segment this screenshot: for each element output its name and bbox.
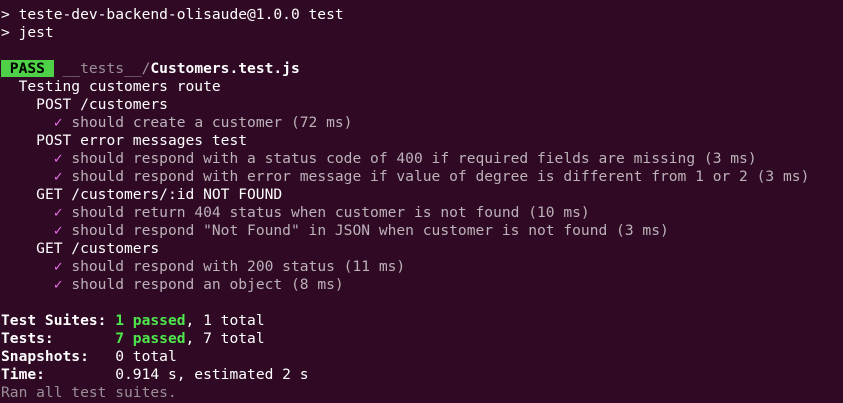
test-result-line: ✓ should respond with a status code of 4… bbox=[53, 150, 757, 167]
check-icon: ✓ bbox=[53, 150, 63, 167]
summary-tests: Tests: 7 passed, 7 total bbox=[1, 330, 265, 347]
summary-footer: Ran all test suites. bbox=[1, 384, 177, 401]
describe-group-title: GET /customers bbox=[36, 240, 160, 257]
test-result-line: ✓ should respond "Not Found" in JSON whe… bbox=[53, 222, 669, 239]
test-result-line: ✓ should respond with error message if v… bbox=[53, 168, 810, 185]
command-line: > jest bbox=[1, 24, 54, 41]
test-result-line: ✓ should return 404 status when customer… bbox=[53, 204, 590, 221]
test-result-line: ✓ should respond with 200 status (11 ms) bbox=[53, 258, 406, 275]
describe-group-title: GET /customers/:id NOT FOUND bbox=[36, 186, 283, 203]
file-result-line: PASS __tests__/Customers.test.js bbox=[1, 60, 300, 78]
describe-group-title: POST /customers bbox=[36, 96, 168, 113]
check-icon: ✓ bbox=[53, 168, 63, 185]
test-result-line: ✓ should create a customer (72 ms) bbox=[53, 114, 353, 131]
describe-group-title: POST error messages test bbox=[36, 132, 248, 149]
command-line: > teste-dev-backend-olisaude@1.0.0 test bbox=[1, 6, 344, 23]
test-file-dir: __tests__/ bbox=[62, 60, 151, 77]
summary-suites: Test Suites: 1 passed, 1 total bbox=[1, 312, 265, 329]
check-icon: ✓ bbox=[53, 114, 63, 131]
check-icon: ✓ bbox=[53, 204, 63, 221]
summary-label: Time: bbox=[1, 366, 45, 383]
summary-label: Test Suites: bbox=[1, 312, 107, 329]
suite-title: Testing customers route bbox=[18, 78, 221, 95]
passed-count: 1 passed bbox=[115, 312, 186, 329]
check-icon: ✓ bbox=[53, 258, 63, 275]
summary-time: Time: 0.914 s, estimated 2 s bbox=[1, 366, 309, 383]
summary-label: Snapshots: bbox=[1, 348, 89, 365]
summary-label: Tests: bbox=[1, 330, 54, 347]
check-icon: ✓ bbox=[53, 222, 63, 239]
passed-count: 7 passed bbox=[115, 330, 186, 347]
test-file-name: Customers.test.js bbox=[150, 60, 300, 77]
terminal-window: > teste-dev-backend-olisaude@1.0.0 test … bbox=[0, 0, 843, 403]
check-icon: ✓ bbox=[53, 276, 63, 293]
test-result-line: ✓ should respond an object (8 ms) bbox=[53, 276, 344, 293]
summary-snapshots: Snapshots: 0 total bbox=[1, 348, 177, 365]
pass-badge: PASS bbox=[1, 60, 54, 77]
